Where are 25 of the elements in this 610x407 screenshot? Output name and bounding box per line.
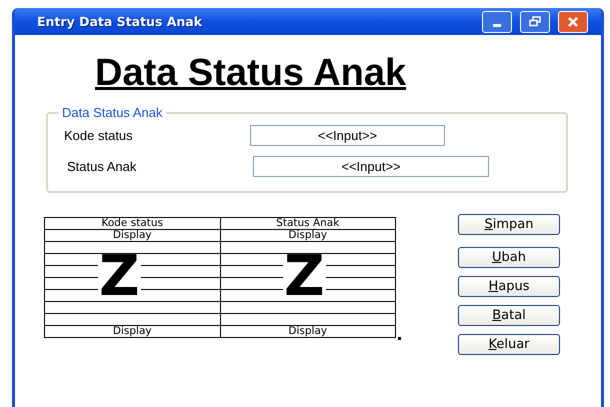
action-button[interactable]: Ubah [458, 247, 560, 268]
close-button[interactable] [558, 10, 588, 32]
restore-icon [529, 16, 541, 27]
field-label: Kode status [63, 128, 134, 143]
action-button[interactable]: Keluar [458, 334, 560, 355]
window-title: Entry Data Status Anak [37, 14, 202, 29]
input-field[interactable]: <<Input>> [250, 125, 445, 146]
action-button[interactable]: Simpan [458, 214, 560, 235]
minimize-icon [493, 24, 501, 27]
input-field[interactable]: <<Input>> [253, 156, 489, 177]
table-cell: Display [44, 326, 220, 338]
group-legend: Data Status Anak [58, 105, 166, 120]
action-button[interactable]: Hapus [458, 276, 560, 297]
table-cell: Display [220, 230, 396, 242]
minimize-button[interactable] [482, 10, 512, 32]
restore-button[interactable] [520, 10, 550, 32]
dot-mark [398, 337, 401, 340]
column-header: Status Anak [220, 218, 396, 230]
column-header: Kode status [44, 218, 220, 230]
table-cell: Display [44, 230, 220, 242]
close-icon [567, 16, 579, 28]
action-button[interactable]: Batal [458, 305, 560, 326]
field-label: Status Anak [66, 159, 138, 174]
form-heading: Data Status Anak [95, 51, 406, 95]
table-cell: Display [220, 326, 396, 338]
